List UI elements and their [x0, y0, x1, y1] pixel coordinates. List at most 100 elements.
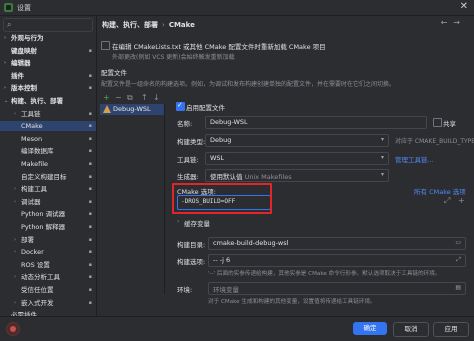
sidebar-item-label: 版本控制 — [11, 84, 37, 93]
sidebar-item[interactable]: › 外观与行为 — [0, 33, 96, 43]
edit-env-icon[interactable]: ▤ — [455, 284, 461, 291]
forward-arrow-icon[interactable]: → — [453, 18, 466, 27]
chevron-right-icon[interactable]: › — [14, 109, 16, 119]
sidebar-item-label: 键盘映射 — [11, 46, 37, 55]
sidebar-item[interactable]: › 调试器 ▪ — [0, 197, 96, 207]
sidebar-item-label: Meson — [21, 134, 43, 143]
reload-label: 在编辑 CMakeLists.txt 或其他 CMake 配置文件时重新加载 C… — [112, 43, 326, 51]
sidebar-item[interactable]: Python 解释器 ▪ — [0, 222, 96, 232]
reload-checkbox[interactable] — [101, 41, 110, 50]
share-checkbox[interactable] — [433, 118, 442, 127]
project-scope-icon: ▪ — [88, 211, 92, 218]
toolchain-combo[interactable]: WSL ▾ — [205, 152, 389, 165]
window-title: 设置 — [17, 4, 31, 12]
profile-item-debug-wsl[interactable]: Debug-WSL — [100, 104, 164, 115]
enable-profile-checkbox[interactable] — [176, 101, 185, 111]
folder-icon[interactable]: ▭ — [455, 239, 461, 246]
sidebar-item[interactable]: › 动态分析工具 ▪ — [0, 272, 96, 282]
chevron-right-icon[interactable]: › — [14, 235, 16, 245]
expand-cache-icon[interactable]: › — [177, 218, 179, 225]
all-cmake-options-link[interactable]: 所有 CMake 选项 — [414, 186, 466, 196]
chevron-right-icon[interactable]: › — [14, 298, 16, 308]
breadcrumb-separator: › — [162, 21, 165, 29]
toolchain-label: 工具链: — [177, 156, 199, 164]
build-options-hint: '--' 后面的实参传递给构建，其他实参是 CMake 命令行形参。默认选项取决… — [208, 271, 441, 277]
generator-combo[interactable]: 使用默认值 Unix Makefiles ▾ — [205, 169, 389, 182]
sidebar-item-label: 受信任位置 — [21, 286, 54, 294]
environment-field[interactable]: 环境变量 ▤ — [208, 282, 466, 295]
build-type-value: Debug — [210, 136, 232, 144]
cache-variables-label[interactable]: 缓存变量 — [184, 218, 210, 228]
project-scope-icon: ▪ — [88, 135, 92, 142]
help-icon[interactable] — [6, 322, 20, 336]
sidebar-item[interactable]: › Docker ▪ — [0, 247, 96, 257]
sidebar-item[interactable]: ROS 设置 ▪ — [0, 260, 96, 270]
sidebar-item[interactable]: › 工具链 ▪ — [0, 109, 96, 119]
sidebar-item[interactable]: 插件 ▪ — [0, 71, 96, 81]
apply-button[interactable]: 应用 — [433, 322, 469, 337]
search-input[interactable]: ⌕ — [3, 18, 93, 32]
chevron-right-icon[interactable]: › — [14, 184, 16, 194]
sidebar-item[interactable]: › 版本控制 ▪ — [0, 83, 96, 93]
move-up-icon[interactable]: ↑ — [141, 93, 148, 102]
sidebar-item-label: Makefile — [21, 160, 49, 168]
remove-profile-icon[interactable]: − — [115, 93, 122, 102]
name-value: Debug-WSL — [210, 118, 248, 126]
sidebar-item[interactable]: CMake ▪ — [0, 121, 96, 132]
chevron-down-icon[interactable]: ⌄ — [4, 96, 8, 106]
sidebar-item[interactable]: › 构建工具 ▪ — [0, 184, 96, 194]
name-field[interactable]: Debug-WSL — [205, 116, 427, 129]
cancel-button[interactable]: 取消 — [393, 322, 429, 337]
sidebar-item[interactable]: 键盘映射 ▪ — [0, 46, 96, 56]
sidebar-item[interactable]: 受信任位置 ▪ — [0, 285, 96, 295]
chevron-right-icon[interactable]: › — [14, 247, 16, 257]
build-type-combo[interactable]: Debug ▾ — [205, 134, 389, 147]
close-icon[interactable]: ✕ — [460, 1, 468, 12]
chevron-right-icon[interactable]: › — [4, 33, 6, 43]
share-label: 共享 — [443, 120, 456, 128]
breadcrumb-parent[interactable]: 构建、执行、部署 — [102, 21, 158, 29]
sidebar-item[interactable]: › 部署 ▪ — [0, 235, 96, 245]
sidebar-item-label: 自定义构建目标 — [21, 172, 67, 181]
sidebar-item[interactable]: Makefile ▪ — [0, 159, 96, 169]
sidebar-item[interactable]: › 嵌入式开发 ▪ — [0, 298, 96, 308]
sidebar-item-label: 调试器 — [21, 197, 41, 206]
sidebar-item-label: 部署 — [21, 235, 34, 244]
enable-profile-label: 启用配置文件 — [186, 104, 225, 112]
build-options-field[interactable]: -- -j 6 ⤢ — [208, 254, 466, 267]
back-arrow-icon[interactable]: ← — [441, 18, 454, 27]
project-scope-icon: ▪ — [88, 186, 92, 193]
sidebar-item-label: Python 解释器 — [21, 223, 66, 231]
project-scope-icon: ▪ — [88, 161, 92, 167]
sidebar-item[interactable]: 编译数据库 ▪ — [0, 146, 96, 156]
sidebar-item[interactable]: Meson ▪ — [0, 134, 96, 144]
chevron-right-icon[interactable]: › — [4, 83, 6, 93]
move-down-icon[interactable]: ↓ — [153, 93, 160, 102]
project-scope-icon: ▪ — [88, 47, 92, 54]
breadcrumb-current: CMake — [168, 21, 195, 29]
sidebar-item-label: 工具链 — [21, 109, 41, 118]
add-profile-icon[interactable]: + — [103, 93, 110, 102]
sidebar-item[interactable]: 自定义构建目标 ▪ — [0, 172, 96, 182]
environment-label: 环境: — [177, 286, 193, 294]
generator-default: 使用默认值 — [210, 173, 243, 181]
chevron-right-icon[interactable]: › — [14, 272, 16, 282]
sidebar-item[interactable]: ⌄ 构建、执行、部署 — [0, 96, 96, 106]
expand-field-icon[interactable]: ⤢ — [456, 256, 461, 264]
sidebar-item-label: 插件 — [11, 71, 24, 80]
copy-profile-icon[interactable]: ⧉ — [127, 93, 133, 103]
project-scope-icon: ▪ — [88, 249, 92, 256]
sidebar-item[interactable]: › 编辑器 — [0, 58, 96, 68]
insert-macro-icon[interactable]: + — [458, 196, 465, 205]
build-dir-field[interactable]: cmake-build-debug-wsl ▭ — [208, 237, 466, 250]
sidebar-item[interactable]: Python 调试器 ▪ — [0, 209, 96, 219]
expand-icon[interactable]: ⤢ — [444, 196, 450, 206]
manage-toolchains-link[interactable]: 管理工具链... — [395, 154, 434, 164]
chevron-right-icon[interactable]: › — [4, 58, 6, 68]
profiles-heading: 配置文件 — [101, 69, 127, 77]
dialog-footer: 确定 取消 应用 — [0, 316, 474, 341]
sidebar-item-label: 动态分析工具 — [21, 273, 60, 282]
chevron-right-icon[interactable]: › — [14, 197, 16, 207]
ok-button[interactable]: 确定 — [353, 322, 387, 335]
breadcrumb: 构建、执行、部署 › CMake — [102, 20, 195, 30]
